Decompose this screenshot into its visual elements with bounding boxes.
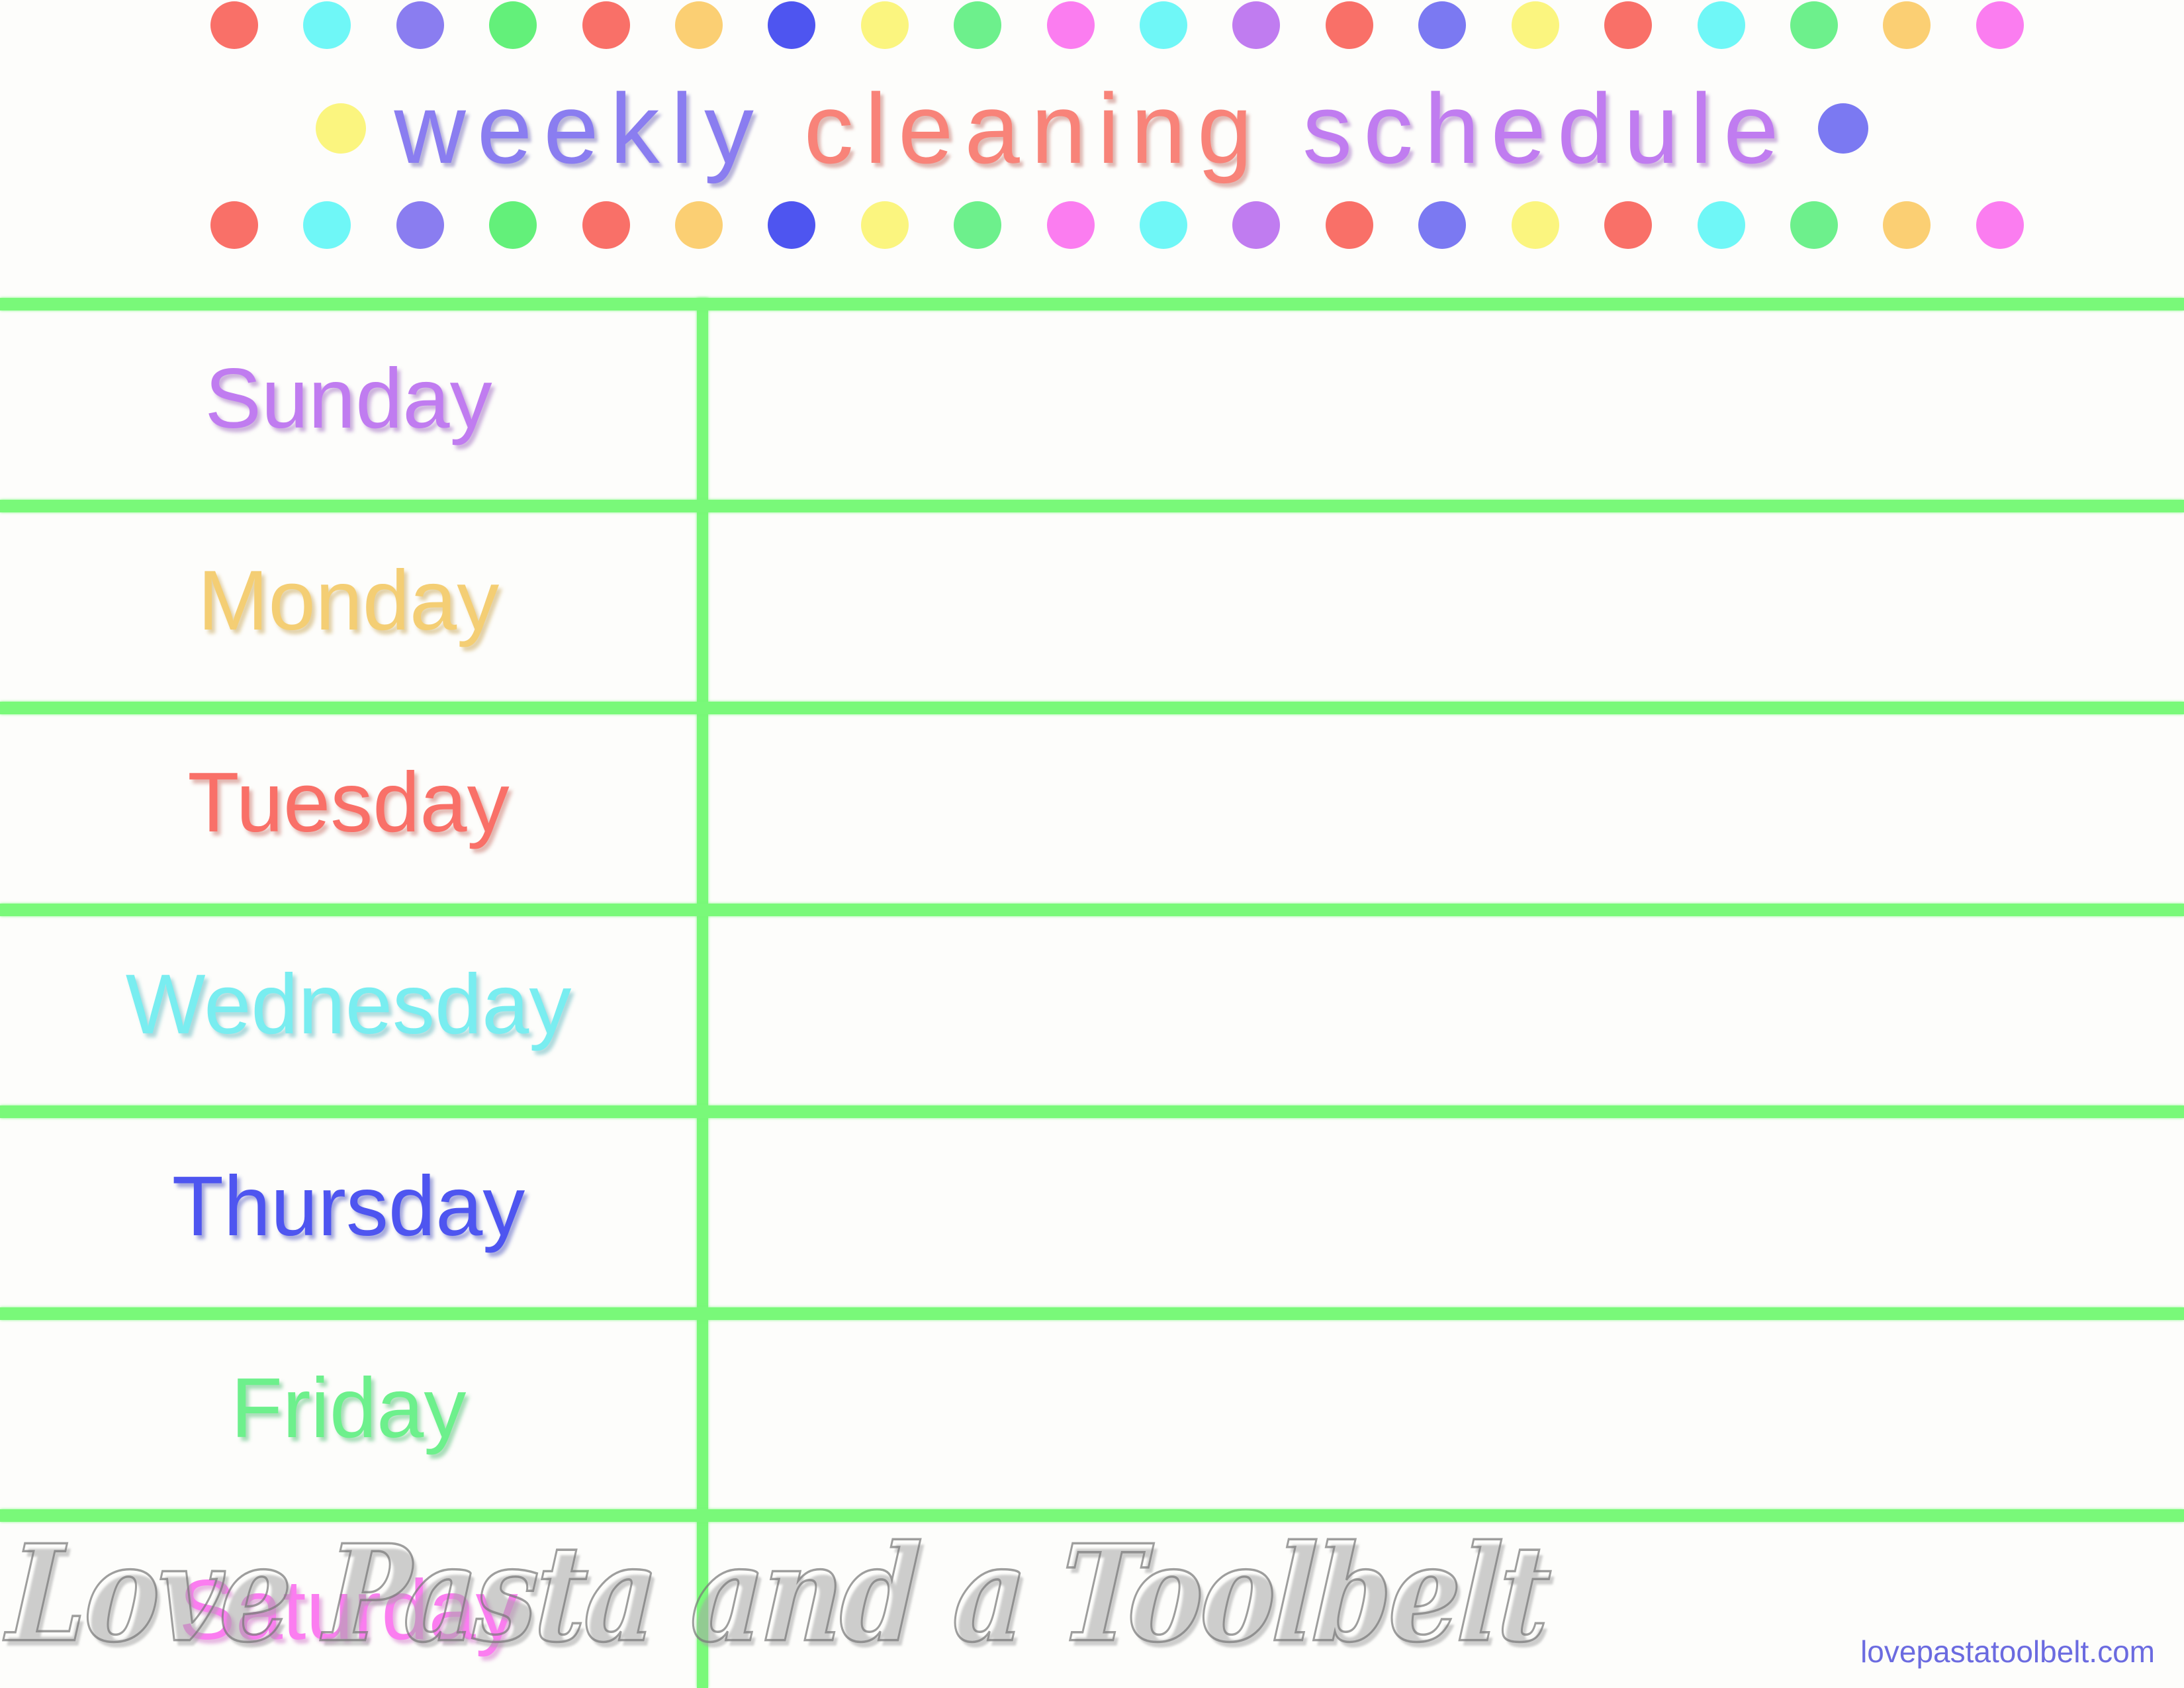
decorative-dot-icon <box>1883 1 1931 49</box>
decorative-dot-icon <box>675 1 723 49</box>
title-right-dot-icon <box>1817 103 1868 154</box>
decorative-dot-icon <box>1697 201 1745 249</box>
title-word-cleaning: cleaning <box>803 73 1264 184</box>
decorative-dot-icon <box>954 201 1002 249</box>
task-entry-cell-thursday[interactable] <box>708 1105 2184 1307</box>
decorative-dot-icon <box>1140 1 1188 49</box>
decorative-dot-row-bottom <box>210 201 2024 249</box>
decorative-dot-icon <box>1325 201 1373 249</box>
decorative-dot-icon <box>1140 201 1188 249</box>
decorative-dot-icon <box>1046 1 1095 49</box>
decorative-dot-icon <box>1511 201 1559 249</box>
day-label-cell-tuesday: Tuesday <box>0 702 697 904</box>
day-label: Friday <box>230 1360 467 1456</box>
day-label: Sunday <box>205 351 492 446</box>
decorative-dot-icon <box>1232 1 1281 49</box>
decorative-dot-icon <box>582 201 630 249</box>
decorative-dot-icon <box>210 1 258 49</box>
day-label: Tuesday <box>187 755 510 850</box>
decorative-dot-icon <box>489 1 537 49</box>
decorative-dot-icon <box>1976 201 2024 249</box>
decorative-dot-icon <box>1325 1 1373 49</box>
decorative-dot-icon <box>1604 1 1653 49</box>
decorative-dot-icon <box>1790 201 1838 249</box>
day-label-cell-wednesday: Wednesday <box>0 904 697 1105</box>
task-entry-cell-wednesday[interactable] <box>708 904 2184 1105</box>
title-left-dot-icon <box>316 103 367 154</box>
title-word-weekly: weekly <box>394 73 765 184</box>
day-label-cell-thursday: Thursday <box>0 1105 697 1307</box>
weekly-cleaning-schedule-page: weekly cleaning schedule Sunday Monday Tue… <box>0 0 2184 1688</box>
day-label-cell-sunday: Sunday <box>0 298 697 500</box>
task-entry-cell-tuesday[interactable] <box>708 702 2184 904</box>
title-row: weekly cleaning schedule <box>0 69 2184 188</box>
decorative-dot-icon <box>768 1 816 49</box>
decorative-dot-icon <box>768 201 816 249</box>
decorative-dot-icon <box>1418 1 1467 49</box>
decorative-dot-icon <box>489 201 537 249</box>
decorative-dot-icon <box>1883 201 1931 249</box>
decorative-dot-icon <box>210 201 258 249</box>
task-entry-cell-sunday[interactable] <box>708 298 2184 500</box>
decorative-dot-icon <box>1232 201 1281 249</box>
decorative-dot-icon <box>1604 201 1653 249</box>
task-entry-cell-monday[interactable] <box>708 500 2184 702</box>
decorative-dot-icon <box>1790 1 1838 49</box>
decorative-dot-icon <box>1511 1 1559 49</box>
decorative-dot-icon <box>1046 201 1095 249</box>
day-label: Saturday <box>179 1562 518 1658</box>
decorative-dot-icon <box>860 201 909 249</box>
day-label-cell-friday: Friday <box>0 1307 697 1509</box>
decorative-dot-row-top <box>210 1 2024 49</box>
decorative-dot-icon <box>1976 1 2024 49</box>
decorative-dot-icon <box>860 1 909 49</box>
decorative-dot-icon <box>675 201 723 249</box>
decorative-dot-icon <box>396 201 444 249</box>
day-label: Wednesday <box>125 957 572 1052</box>
website-url-watermark: lovepastatoolbelt.com <box>1860 1634 2155 1669</box>
header: weekly cleaning schedule <box>0 0 2184 278</box>
decorative-dot-icon <box>1697 1 1745 49</box>
day-label-cell-monday: Monday <box>0 500 697 702</box>
task-entry-cell-friday[interactable] <box>708 1307 2184 1509</box>
decorative-dot-icon <box>303 1 351 49</box>
day-label: Monday <box>197 553 500 648</box>
decorative-dot-icon <box>1418 201 1467 249</box>
day-label: Thursday <box>171 1158 525 1254</box>
day-label-cell-saturday: Saturday <box>0 1509 697 1688</box>
decorative-dot-icon <box>396 1 444 49</box>
schedule-grid: Sunday Monday Tuesday Wednesday Thursday Frid… <box>0 278 2184 1688</box>
decorative-dot-icon <box>303 201 351 249</box>
decorative-dot-icon <box>954 1 1002 49</box>
title-word-schedule: schedule <box>1302 73 1790 184</box>
decorative-dot-icon <box>582 1 630 49</box>
page-title: weekly cleaning schedule <box>394 79 1790 178</box>
